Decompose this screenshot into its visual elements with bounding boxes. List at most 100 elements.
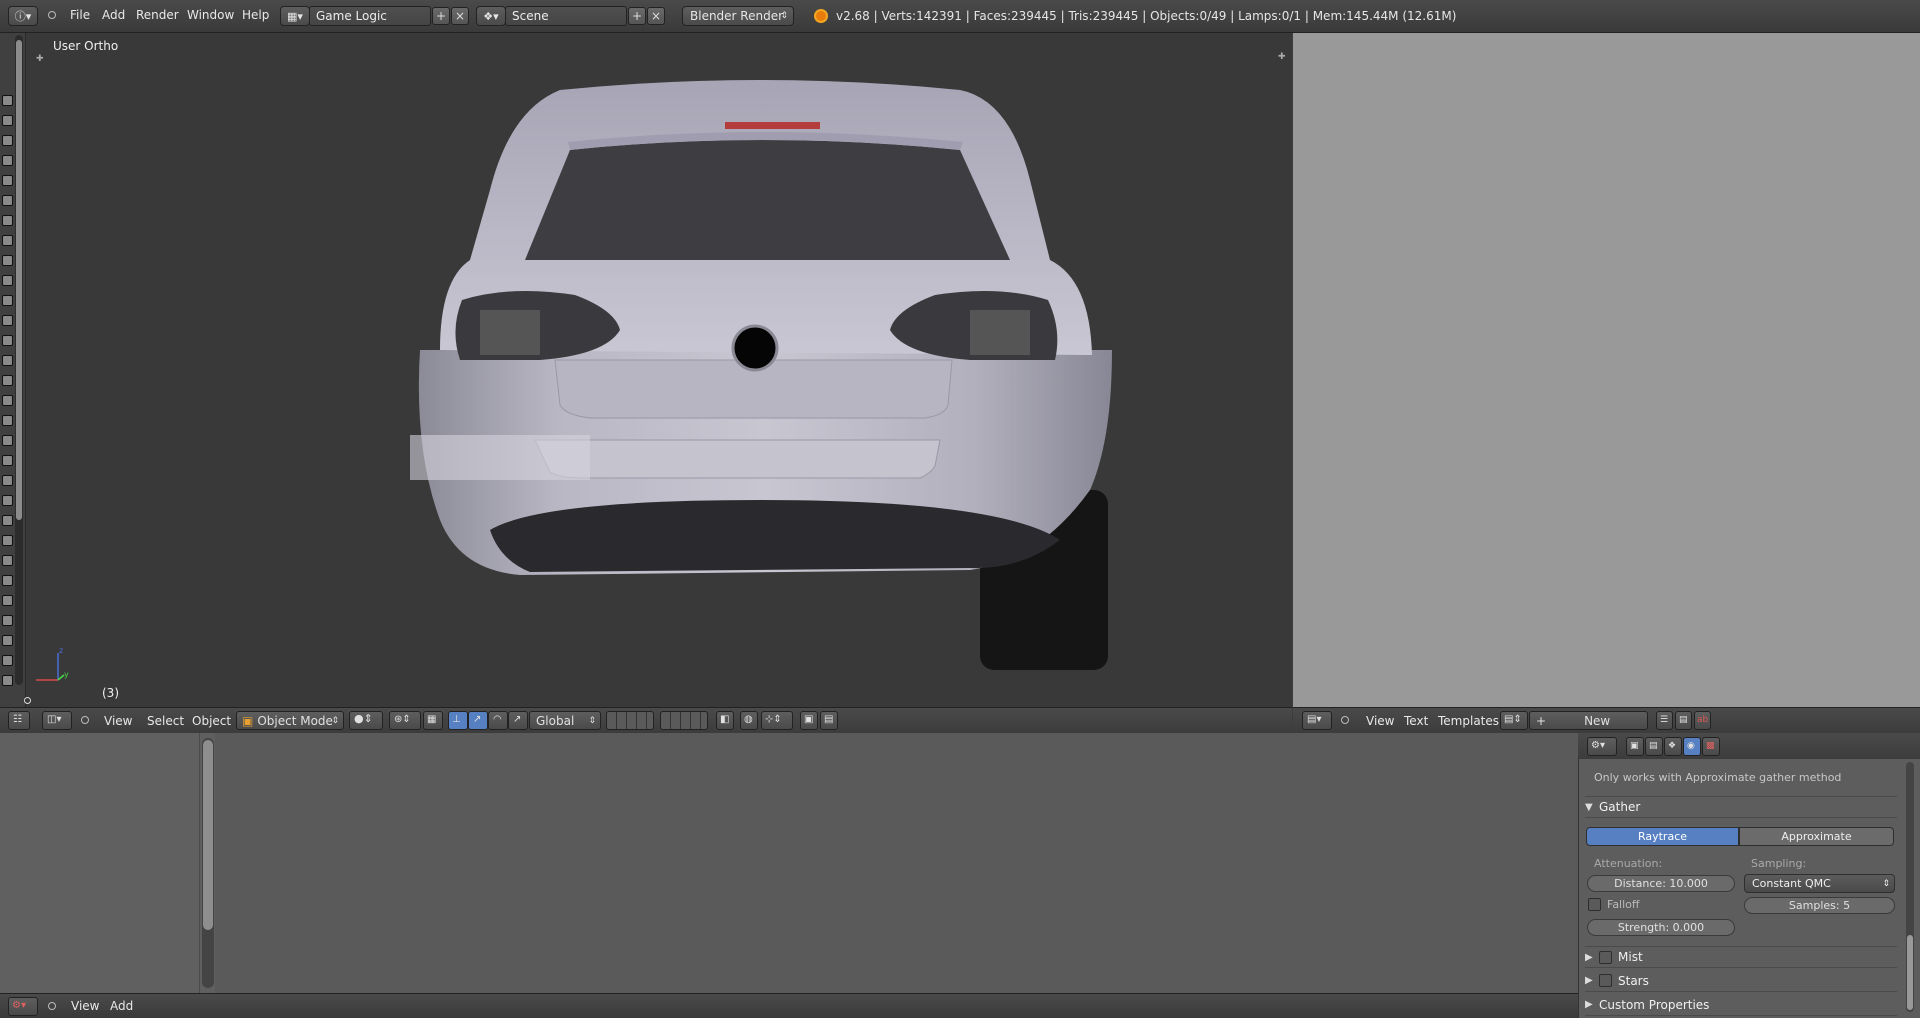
logic-sidebar-scrollbar-thumb[interactable]	[203, 740, 213, 930]
text-editor-area[interactable]	[1293, 33, 1920, 707]
menu-templates[interactable]: Templates	[1438, 714, 1499, 728]
collapse-menu-icon[interactable]	[48, 1002, 56, 1010]
opengl-render-anim-button[interactable]: ▤	[820, 711, 838, 730]
layer-buttons-group-1[interactable]	[606, 711, 654, 730]
collapse-menu-icon[interactable]	[48, 11, 56, 19]
checkbox-icon[interactable]	[1599, 950, 1612, 964]
toolshelf-icon[interactable]	[2, 135, 13, 146]
gather-raytrace-tab[interactable]: Raytrace	[1586, 827, 1739, 846]
menu-render[interactable]: Render	[136, 8, 179, 22]
scene-context-tab[interactable]: ❖	[1664, 737, 1682, 756]
toolshelf-icon[interactable]	[2, 595, 13, 606]
remove-scene-button[interactable]: ×	[647, 7, 665, 25]
strength-field[interactable]: Strength: 0.000	[1587, 919, 1735, 936]
toolshelf-icon[interactable]	[2, 655, 13, 666]
scale-manipulator-button[interactable]: ↗	[508, 711, 528, 730]
menu-select[interactable]: Select	[147, 714, 184, 728]
stars-panel-header[interactable]: ▶ Stars	[1585, 970, 1897, 992]
pivot-point-dropdown[interactable]: ⊛⇕	[389, 711, 421, 730]
snap-element-dropdown[interactable]: ⊹⇕	[761, 711, 793, 730]
occlude-geometry-toggle[interactable]: ▦	[423, 711, 443, 730]
scene-field[interactable]: Scene	[505, 6, 627, 26]
menu-object[interactable]: Object	[192, 714, 231, 728]
toolshelf-icon[interactable]	[2, 215, 13, 226]
car-model-rear-view[interactable]	[400, 70, 1130, 680]
text-editor-type-selector[interactable]: ▤▾	[1302, 711, 1332, 730]
screen-layout-selector[interactable]: ▦▾	[280, 6, 310, 26]
toolshelf-icon[interactable]	[2, 335, 13, 346]
gather-panel-header[interactable]: ▼ Gather	[1585, 796, 1897, 818]
render-engine-dropdown[interactable]: Blender Render ⇕	[682, 6, 794, 26]
toolshelf-icon[interactable]	[2, 475, 13, 486]
menu-file[interactable]: File	[70, 8, 90, 22]
menu-window[interactable]: Window	[187, 8, 234, 22]
toolshelf-icon[interactable]	[2, 95, 13, 106]
scene-selector[interactable]: ❖▾	[476, 6, 506, 26]
collapse-menu-icon[interactable]	[81, 716, 89, 724]
samples-field[interactable]: Samples: 5	[1744, 897, 1895, 914]
menu-text[interactable]: Text	[1404, 714, 1428, 728]
toolshelf-icon[interactable]	[2, 155, 13, 166]
menu-logic-add[interactable]: Add	[110, 999, 133, 1013]
toolshelf-icon[interactable]	[2, 675, 13, 686]
translate-manipulator-button[interactable]: ↗	[468, 711, 488, 730]
menu-view[interactable]: View	[104, 714, 132, 728]
viewport-scrollbar-thumb[interactable]	[16, 40, 22, 520]
toolshelf-icon[interactable]	[2, 515, 13, 526]
toolshelf-icon[interactable]	[2, 175, 13, 186]
menu-add[interactable]: Add	[102, 8, 125, 22]
toolshelf-icon[interactable]	[2, 615, 13, 626]
toolshelf-icon[interactable]	[2, 195, 13, 206]
remove-screen-button[interactable]: ×	[451, 7, 469, 25]
area-split-corner-icon[interactable]: ✚	[1278, 52, 1286, 62]
collapse-menu-icon[interactable]	[1341, 716, 1349, 724]
toolshelf-icon[interactable]	[2, 435, 13, 446]
toolshelf-icon[interactable]	[2, 415, 13, 426]
toolshelf-icon[interactable]	[2, 295, 13, 306]
toolshelf-icon[interactable]	[2, 555, 13, 566]
screen-layout-field[interactable]: Game Logic	[309, 6, 431, 26]
logic-editor-main[interactable]	[215, 733, 1578, 993]
menu-help[interactable]: Help	[242, 8, 269, 22]
toolshelf-icon[interactable]	[2, 235, 13, 246]
text-block-browse-button[interactable]: ▤⇕	[1500, 711, 1528, 730]
toolshelf-icon[interactable]	[2, 355, 13, 366]
toolshelf-icon[interactable]	[2, 495, 13, 506]
layer-buttons-group-2[interactable]	[660, 711, 708, 730]
mist-panel-header[interactable]: ▶ Mist	[1585, 946, 1897, 968]
custom-properties-panel-header[interactable]: ▶ Custom Properties	[1585, 994, 1897, 1016]
menu-text-view[interactable]: View	[1366, 714, 1394, 728]
toolshelf-icon[interactable]	[2, 315, 13, 326]
toolshelf-icon[interactable]	[2, 255, 13, 266]
syntax-highlight-toggle[interactable]: ab	[1694, 711, 1711, 730]
toolshelf-icon[interactable]	[2, 395, 13, 406]
checkbox-icon[interactable]	[1599, 974, 1612, 987]
distance-field[interactable]: Distance: 10.000	[1587, 875, 1735, 892]
sampling-method-dropdown[interactable]: Constant QMC ⇕	[1744, 874, 1895, 893]
3d-view-editor-selector[interactable]: ◫▾	[42, 711, 72, 730]
opengl-render-button[interactable]: ▣	[800, 711, 818, 730]
properties-editor-type-selector[interactable]: ⚙▾	[1587, 737, 1617, 756]
texture-context-tab[interactable]: ▩	[1702, 737, 1720, 756]
add-scene-button[interactable]: +	[628, 7, 646, 25]
area-split-corner-icon[interactable]: ✚	[36, 54, 44, 64]
lock-layers-button[interactable]: ◧	[716, 711, 734, 730]
logic-editor-type-selector[interactable]: ⚙▾	[8, 997, 38, 1016]
new-text-button[interactable]: + New	[1529, 711, 1648, 730]
add-screen-button[interactable]: +	[432, 7, 450, 25]
editor-type-button[interactable]: ☷	[8, 711, 30, 730]
manipulator-toggle[interactable]: ⊥	[448, 711, 468, 730]
menu-logic-view[interactable]: View	[71, 999, 99, 1013]
properties-scrollbar-thumb[interactable]	[1907, 935, 1913, 1010]
toolshelf-icon[interactable]	[2, 375, 13, 386]
viewport-shading-dropdown[interactable]: ●⇕	[349, 711, 383, 730]
toolshelf-icon[interactable]	[2, 455, 13, 466]
transform-orientation-dropdown[interactable]: Global ⇕	[529, 711, 601, 730]
toolshelf-icon[interactable]	[2, 575, 13, 586]
toolshelf-icon[interactable]	[2, 275, 13, 286]
editor-type-info-button[interactable]: ⓘ▾	[8, 6, 38, 26]
falloff-checkbox[interactable]: Falloff	[1588, 898, 1639, 911]
toolshelf-icon[interactable]	[2, 635, 13, 646]
render-context-tab[interactable]: ▣	[1626, 737, 1644, 756]
toolshelf-icon[interactable]	[2, 535, 13, 546]
